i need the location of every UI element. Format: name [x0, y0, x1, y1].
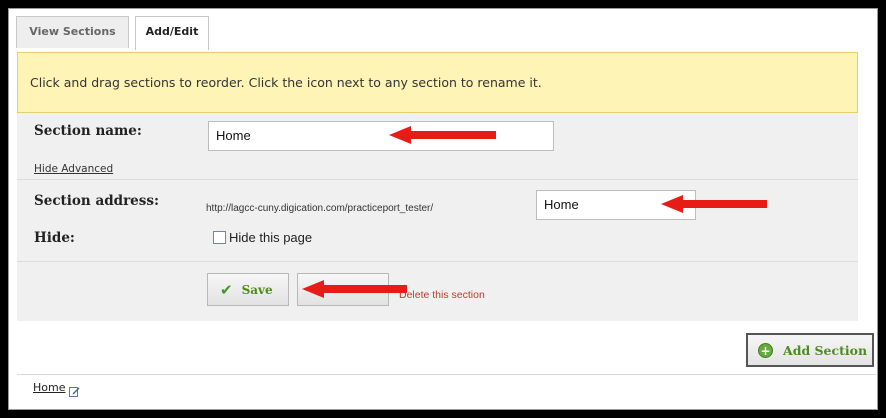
hide-page-checkbox[interactable]: [213, 231, 226, 244]
divider: [17, 261, 858, 262]
add-section-label: Add Section: [783, 342, 868, 358]
save-button-label: Save: [241, 282, 273, 297]
hide-page-checkbox-label: Hide this page: [229, 230, 313, 245]
hide-page-option[interactable]: Hide this page: [213, 230, 312, 245]
plus-circle-icon: +: [758, 342, 773, 358]
edit-icon[interactable]: [69, 382, 80, 397]
hide-label: Hide:: [34, 230, 75, 246]
address-prefix: http://lagcc-cuny.digication.com/practic…: [206, 203, 434, 214]
check-icon: ✔: [220, 280, 233, 299]
divider: [17, 374, 876, 375]
divider: [17, 179, 858, 180]
save-button[interactable]: ✔ Save: [207, 273, 289, 306]
tab-add-edit[interactable]: Add/Edit: [135, 16, 209, 50]
section-link-home[interactable]: Home: [33, 381, 65, 394]
annotation-arrow: [389, 126, 496, 144]
tab-view-sections[interactable]: View Sections: [16, 16, 129, 48]
section-name-label: Section name:: [34, 123, 142, 139]
delete-section-link[interactable]: Delete this section: [399, 289, 485, 301]
section-list: Home: [33, 381, 80, 397]
hide-advanced-link[interactable]: Hide Advanced: [34, 163, 113, 175]
section-form-panel: Section name: Home Hide Advanced Section…: [17, 113, 858, 321]
section-address-label: Section address:: [34, 193, 159, 209]
annotation-arrow: [302, 280, 407, 298]
annotation-arrow: [661, 195, 767, 213]
info-notice: Click and drag sections to reorder. Clic…: [17, 52, 858, 113]
section-name-input[interactable]: Home: [208, 121, 554, 151]
add-section-button[interactable]: + Add Section: [746, 333, 874, 367]
